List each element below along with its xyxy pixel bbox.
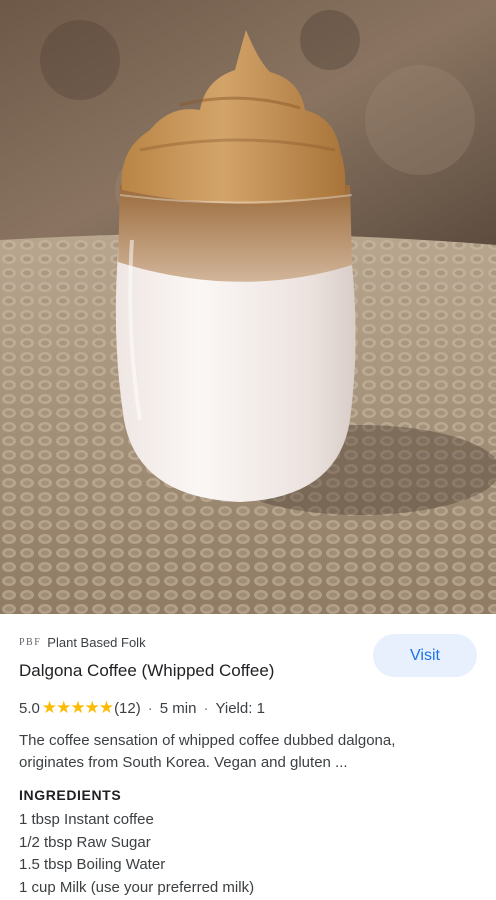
ingredient-item: 1 cup Milk (use your preferred milk) — [19, 878, 255, 896]
cook-time: 5 min — [159, 699, 197, 717]
source-name[interactable]: Plant Based Folk — [47, 635, 145, 650]
ingredient-item: 1.5 tbsp Boiling Water — [19, 856, 166, 873]
recipe-meta: 5.0 ★★★★★ (12) · 5 min · Yield: 1 — [19, 698, 265, 718]
review-count: (12) — [114, 699, 141, 717]
recipe-photo[interactable] — [0, 0, 496, 614]
ingredients-heading: INGREDIENTS — [19, 787, 122, 803]
ingredient-item: 1 tbsp Instant coffee — [19, 811, 154, 828]
ingredients-list: 1 tbsp Instant coffee 1/2 tbsp Raw Sugar… — [19, 809, 254, 899]
rating-value: 5.0 — [19, 699, 40, 717]
recipe-yield: Yield: 1 — [215, 699, 265, 717]
source-attribution[interactable]: PBF Plant Based Folk — [19, 634, 146, 650]
recipe-card: PBF Plant Based Folk Visit Dalgona Coffe… — [0, 614, 496, 900]
dalgona-coffee-photo-illustration — [0, 0, 496, 614]
source-logo: PBF — [19, 636, 42, 648]
visit-button[interactable]: Visit — [373, 634, 477, 677]
ingredient-item: 1/2 tbsp Raw Sugar — [19, 833, 151, 851]
separator-dot: · — [203, 699, 209, 717]
recipe-title[interactable]: Dalgona Coffee (Whipped Coffee) — [19, 661, 274, 681]
rating-stars-icon: ★★★★★ — [41, 698, 114, 717]
separator-dot: · — [147, 699, 153, 717]
recipe-description: The coffee sensation of whipped coffee d… — [19, 732, 396, 771]
